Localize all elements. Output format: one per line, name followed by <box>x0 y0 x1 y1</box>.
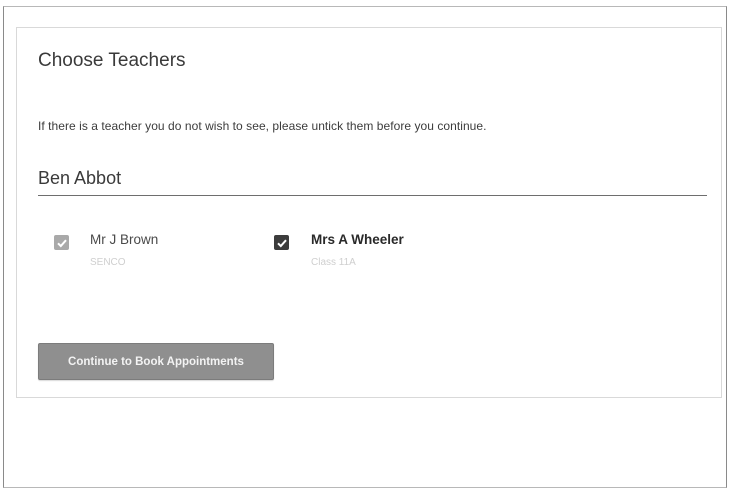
choose-teachers-card: Choose Teachers If there is a teacher yo… <box>16 27 722 398</box>
check-icon <box>276 239 287 247</box>
teacher-class: Class 11A <box>311 257 356 268</box>
teacher-checkbox-wheeler[interactable] <box>274 235 289 250</box>
teacher-role: SENCO <box>90 257 126 268</box>
student-name-field[interactable] <box>38 162 707 196</box>
page-title: Choose Teachers <box>38 50 186 71</box>
teacher-name: Mr J Brown <box>90 232 159 247</box>
check-icon <box>56 239 67 247</box>
continue-button[interactable]: Continue to Book Appointments <box>38 343 274 380</box>
instructions-text: If there is a teacher you do not wish to… <box>38 119 487 133</box>
teacher-checkbox-brown[interactable] <box>54 235 69 250</box>
teacher-name: Mrs A Wheeler <box>311 232 404 247</box>
